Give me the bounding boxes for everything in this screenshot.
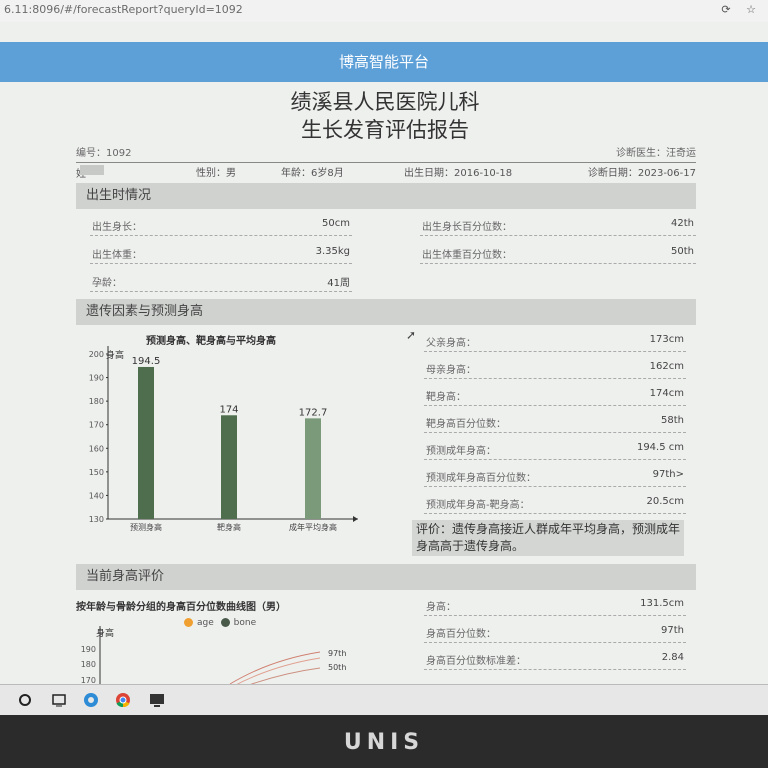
doctor-name: 诊断医生：汪奇运 [616, 148, 696, 159]
y-tick-label: 200 [89, 350, 104, 359]
y-axis-label: 身高 [106, 349, 124, 361]
birth-row: 出生身长百分位数： 42th [420, 212, 696, 236]
current-row: 身高百分位数： 97th [424, 619, 686, 643]
birth-row: 出生体重： 3.35kg [90, 240, 352, 264]
platform-header: 博高智能平台 [0, 42, 768, 82]
x-tick-label: 靶身高 [217, 522, 241, 532]
current-row: 身高百分位数标准差： 2.84 [424, 646, 686, 670]
bar [305, 418, 321, 519]
genetic-row: 靶身高百分位数： 58th [424, 409, 686, 433]
y-tick-label: 190 [89, 374, 104, 383]
chrome-icon[interactable] [112, 690, 134, 710]
bar-chart: 身高 130 140 150 160 170 180 190 200 194.5 预测身高 174 靶身… [89, 346, 358, 532]
screen: 6.11:8096/#/forecastReport?queryId=1092 … [0, 0, 768, 715]
monitor-brand-logo: UNIS [343, 730, 425, 755]
patient-sex: 性别：男 [196, 168, 236, 179]
diagnosis-date: 诊断日期：2023-06-17 [587, 168, 696, 179]
taskbar [0, 684, 768, 715]
bar-value-label: 194.5 [132, 356, 161, 367]
start-circle-icon[interactable] [14, 690, 36, 710]
percentile-label: 50th [328, 663, 346, 672]
percentile-label: 97th [328, 649, 346, 658]
desktop-app-icon[interactable] [146, 690, 168, 710]
birth-date: 出生日期：2016-10-18 [404, 168, 513, 179]
y-axis-label: 身高 [96, 627, 114, 639]
genetic-row: 预测成年身高： 194.5 cm [424, 436, 686, 460]
bar-value-label: 174 [219, 404, 238, 415]
genetic-row: 预测成年身高-靶身高： 20.5cm [424, 490, 686, 514]
x-axis-arrow [353, 516, 358, 522]
current-row: 身高： 131.5cm [424, 592, 686, 616]
genetic-row: 预测成年身高百分位数： 97th> [424, 463, 686, 487]
genetic-evaluation: 评价：遗传身高接近人群成年平均身高，预测成年身高高于遗传身高。 [412, 520, 684, 556]
patient-age: 年龄：6岁8月 [281, 168, 344, 179]
genetic-row: 母亲身高： 162cm [424, 355, 686, 379]
name-redaction [80, 165, 104, 175]
birth-row: 出生体重百分位数： 50th [420, 240, 696, 264]
report-page: 绩溪县人民医院儿科 生长发育评估报告 编号：1092 诊断医生：汪奇运 姓名 性… [60, 82, 710, 692]
x-tick-label: 成年平均身高 [289, 522, 337, 532]
edge-browser-icon[interactable] [80, 690, 102, 710]
percentile-curve [229, 651, 321, 685]
section-birth: 出生时情况 [76, 183, 696, 209]
birth-row: 出生身长： 50cm [90, 212, 352, 236]
y-tick-label: 190 [81, 645, 96, 654]
y-tick-label: 180 [89, 397, 104, 406]
y-tick-label: 150 [89, 468, 104, 477]
y-tick-label: 160 [89, 444, 104, 453]
address-bar[interactable]: 6.11:8096/#/forecastReport?queryId=1092 … [0, 0, 768, 22]
hospital-title: 绩溪县人民医院儿科 [290, 90, 480, 114]
bar [138, 366, 154, 519]
browser-tools-icon[interactable]: ⟳ ☆ [721, 0, 762, 20]
mouse-cursor-icon: ➚ [406, 328, 417, 342]
bar-value-label: 172.7 [299, 407, 328, 418]
y-tick-label: 170 [89, 421, 104, 430]
report-number: 编号：1092 [76, 148, 132, 159]
y-tick-label: 130 [89, 515, 104, 524]
section-genetic: 遗传因素与预测身高 [76, 299, 696, 325]
url-text[interactable]: 6.11:8096/#/forecastReport?queryId=1092 [4, 3, 243, 16]
section-current-height: 当前身高评价 [76, 564, 696, 590]
y-tick-label: 140 [89, 491, 104, 500]
birth-row: 孕龄： 41周 [90, 268, 352, 292]
report-meta: 编号：1092 诊断医生：汪奇运 [76, 144, 696, 160]
bar [221, 415, 237, 519]
curve-chart-title: 按年龄与骨龄分组的身高百分位数曲线图（男） [76, 602, 286, 613]
report-title: 生长发育评估报告 [301, 118, 469, 142]
task-view-icon[interactable] [48, 690, 70, 710]
patient-info: 姓名 性别：男 年龄：6岁8月 出生日期：2016-10-18 诊断日期：202… [76, 162, 696, 195]
x-tick-label: 预测身高 [130, 522, 162, 532]
y-tick-label: 180 [81, 660, 96, 669]
genetic-row: 靶身高： 174cm [424, 382, 686, 406]
percentile-curve-chart: 身高170180190 97th50th [81, 626, 346, 692]
genetic-row: 父亲身高： 173cm [424, 328, 686, 352]
